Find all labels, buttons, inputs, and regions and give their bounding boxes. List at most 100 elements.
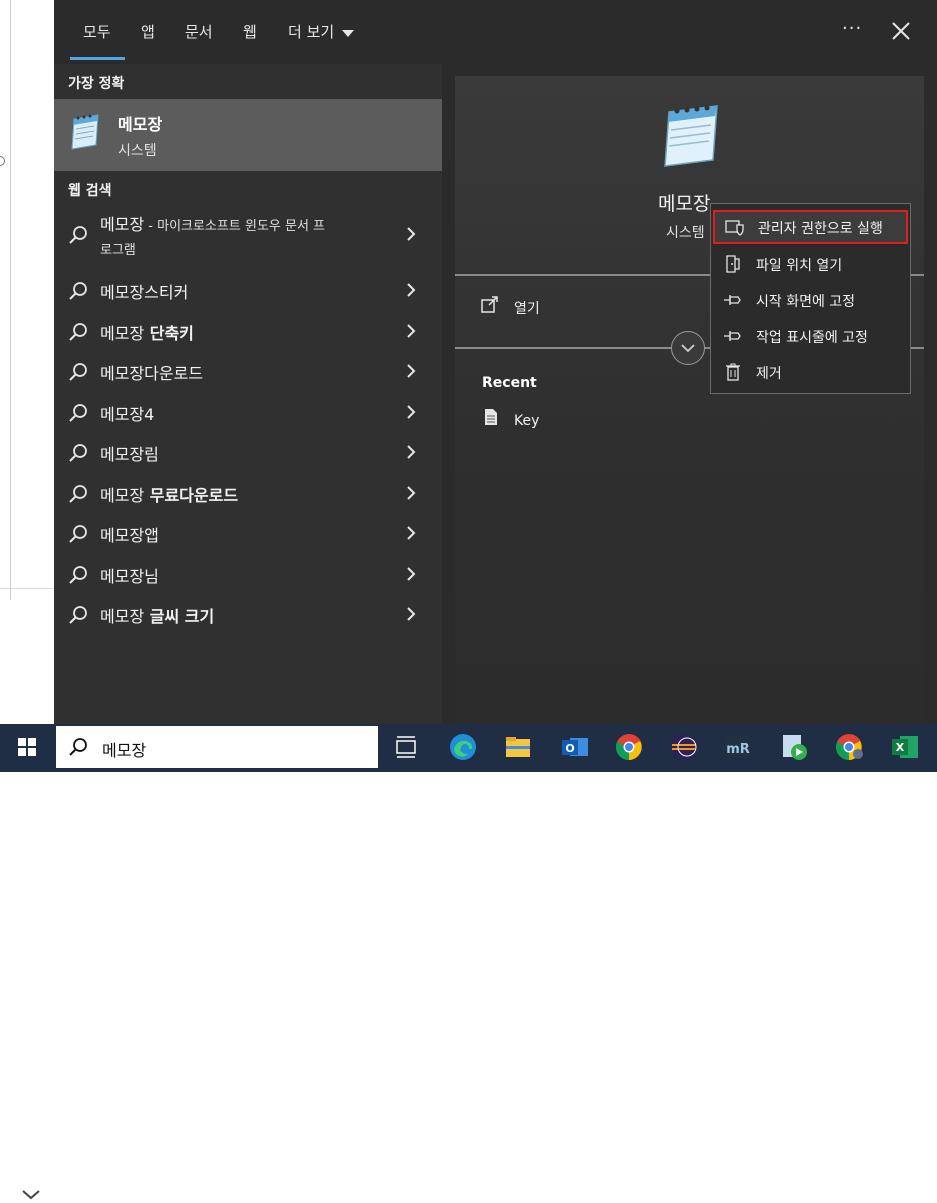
search-icon	[69, 282, 87, 300]
more-options-button[interactable]: ···	[842, 18, 862, 39]
web-result-label: 메모장스티커	[100, 283, 189, 302]
tab-more[interactable]: 더 보기	[288, 20, 354, 44]
expand-button[interactable]	[671, 331, 705, 365]
windows-logo-icon	[18, 738, 36, 756]
context-menu: 관리자 권한으로 실행 파일 위치 열기 시작 화면에 고정 작업 표시줄에 고…	[710, 203, 911, 394]
search-icon	[69, 606, 87, 624]
chevron-right-icon	[407, 404, 416, 419]
tab-more-label: 더 보기	[288, 23, 335, 41]
detail-pane: 메모장 시스템 열기 Recent Key	[455, 76, 924, 724]
chevron-down-icon	[22, 1190, 40, 1200]
web-result-label: 메모장앱	[100, 526, 159, 545]
web-result-item[interactable]: 메모장다운로드	[54, 351, 442, 391]
eclipse-icon[interactable]	[669, 732, 699, 762]
chevron-down-icon	[681, 344, 695, 353]
rstudio-icon[interactable]: mR	[723, 732, 753, 762]
web-result-label: 메모장 - 마이크로소프트 윈도우 문서 프 로그램	[100, 215, 326, 258]
search-tabs: 모두 앱 문서 웹 더 보기 ···	[54, 0, 937, 64]
close-icon[interactable]	[890, 20, 912, 42]
active-tab-indicator	[70, 57, 125, 60]
menu-item-label: 시작 화면에 고정	[756, 294, 856, 310]
file-explorer-icon[interactable]	[503, 732, 533, 762]
best-match-heading: 가장 정확	[68, 76, 125, 92]
search-icon	[69, 565, 87, 584]
chevron-right-icon	[407, 566, 416, 581]
search-icon	[69, 403, 87, 422]
menu-item-label: 제거	[756, 366, 782, 382]
web-result-item[interactable]: 메모장 무료다운로드	[54, 473, 442, 513]
web-result-label: 메모장 단축키	[100, 323, 194, 343]
search-icon	[69, 363, 87, 381]
menu-item-label: 관리자 권한으로 실행	[758, 221, 883, 237]
pin-icon	[724, 331, 741, 341]
notepad-icon	[71, 114, 99, 150]
chevron-right-icon	[407, 227, 416, 241]
pin-to-start-menu-item[interactable]: 시작 화면에 고정	[711, 283, 910, 317]
pin-to-taskbar-menu-item[interactable]: 작업 표시줄에 고정	[711, 319, 910, 353]
background-divider	[10, 0, 11, 600]
folder-open-icon	[726, 255, 740, 273]
uninstall-menu-item[interactable]: 제거	[711, 355, 910, 389]
web-result-item[interactable]: 메모장4	[54, 392, 442, 432]
media-player-icon[interactable]	[779, 732, 809, 762]
taskbar-search-box[interactable]: 메모장	[56, 726, 378, 768]
web-result-item[interactable]: 메모장림	[54, 432, 442, 472]
chevron-right-icon	[407, 485, 416, 500]
taskbar: 메모장 O mR X	[0, 724, 937, 772]
search-icon	[69, 525, 87, 543]
chrome-profile-icon[interactable]	[834, 732, 864, 762]
web-result-label: 메모장 무료다운로드	[100, 485, 239, 505]
search-icon	[69, 322, 87, 341]
web-result-item[interactable]: 메모장 단축키	[54, 311, 442, 351]
best-match-title: 메모장	[118, 115, 163, 134]
best-match-subtitle: 시스템	[118, 143, 157, 159]
web-result-item[interactable]: 메모장님	[54, 554, 442, 594]
web-result-label: 메모장4	[100, 404, 155, 424]
document-icon	[485, 409, 497, 425]
web-result-item[interactable]: 메모장앱	[54, 513, 442, 553]
chevron-right-icon	[407, 607, 416, 621]
tab-documents[interactable]: 문서	[185, 20, 213, 44]
chevron-right-icon	[407, 323, 416, 338]
recent-item[interactable]: Key	[514, 413, 539, 429]
task-view-icon[interactable]	[391, 732, 421, 762]
chrome-icon[interactable]	[614, 732, 644, 762]
web-result-label: 메모장다운로드	[100, 364, 204, 383]
menu-item-label: 작업 표시줄에 고정	[756, 330, 868, 346]
open-file-location-menu-item[interactable]: 파일 위치 열기	[711, 247, 910, 281]
pin-icon	[724, 295, 741, 305]
edge-icon[interactable]	[448, 732, 478, 762]
best-match-item[interactable]: 메모장 시스템	[54, 99, 442, 171]
recent-heading: Recent	[482, 375, 537, 391]
taskbar-search-input[interactable]: 메모장	[102, 737, 146, 761]
menu-item-label: 파일 위치 열기	[756, 258, 843, 274]
web-result-item[interactable]: 메모장스티커	[54, 270, 442, 310]
web-result-item[interactable]: 메모장 글씨 크기	[54, 594, 442, 634]
results-list: 가장 정확 메모장 시스템 웹 검색 메모장 - 마이크로소프트 윈도우 문서 …	[54, 64, 442, 724]
search-icon	[69, 444, 87, 462]
tab-all[interactable]: 모두	[83, 20, 111, 44]
open-icon	[481, 296, 498, 313]
outlook-icon[interactable]: O	[560, 732, 590, 762]
notepad-large-icon	[664, 105, 718, 167]
background-dropdown[interactable]	[0, 588, 54, 1200]
web-search-heading: 웹 검색	[68, 183, 112, 199]
chevron-right-icon	[407, 445, 416, 459]
chevron-right-icon	[407, 364, 416, 378]
open-action[interactable]: 열기	[514, 298, 540, 318]
chevron-right-icon	[407, 526, 416, 540]
web-result-item[interactable]: 메모장 - 마이크로소프트 윈도우 문서 프 로그램	[54, 214, 442, 258]
search-icon	[69, 226, 87, 244]
tab-apps[interactable]: 앱	[141, 20, 155, 44]
excel-icon[interactable]: X	[890, 732, 920, 762]
detail-title: 메모장	[658, 193, 711, 215]
search-icon	[69, 484, 87, 503]
web-result-label: 메모장림	[100, 445, 159, 464]
web-result-label: 메모장님	[100, 566, 159, 586]
start-button[interactable]	[0, 724, 54, 772]
shield-icon	[725, 220, 744, 236]
trash-icon	[726, 363, 740, 381]
tab-web[interactable]: 웹	[243, 20, 257, 44]
run-as-admin-menu-item[interactable]: 관리자 권한으로 실행	[713, 210, 908, 244]
svg-text:X: X	[896, 741, 905, 754]
